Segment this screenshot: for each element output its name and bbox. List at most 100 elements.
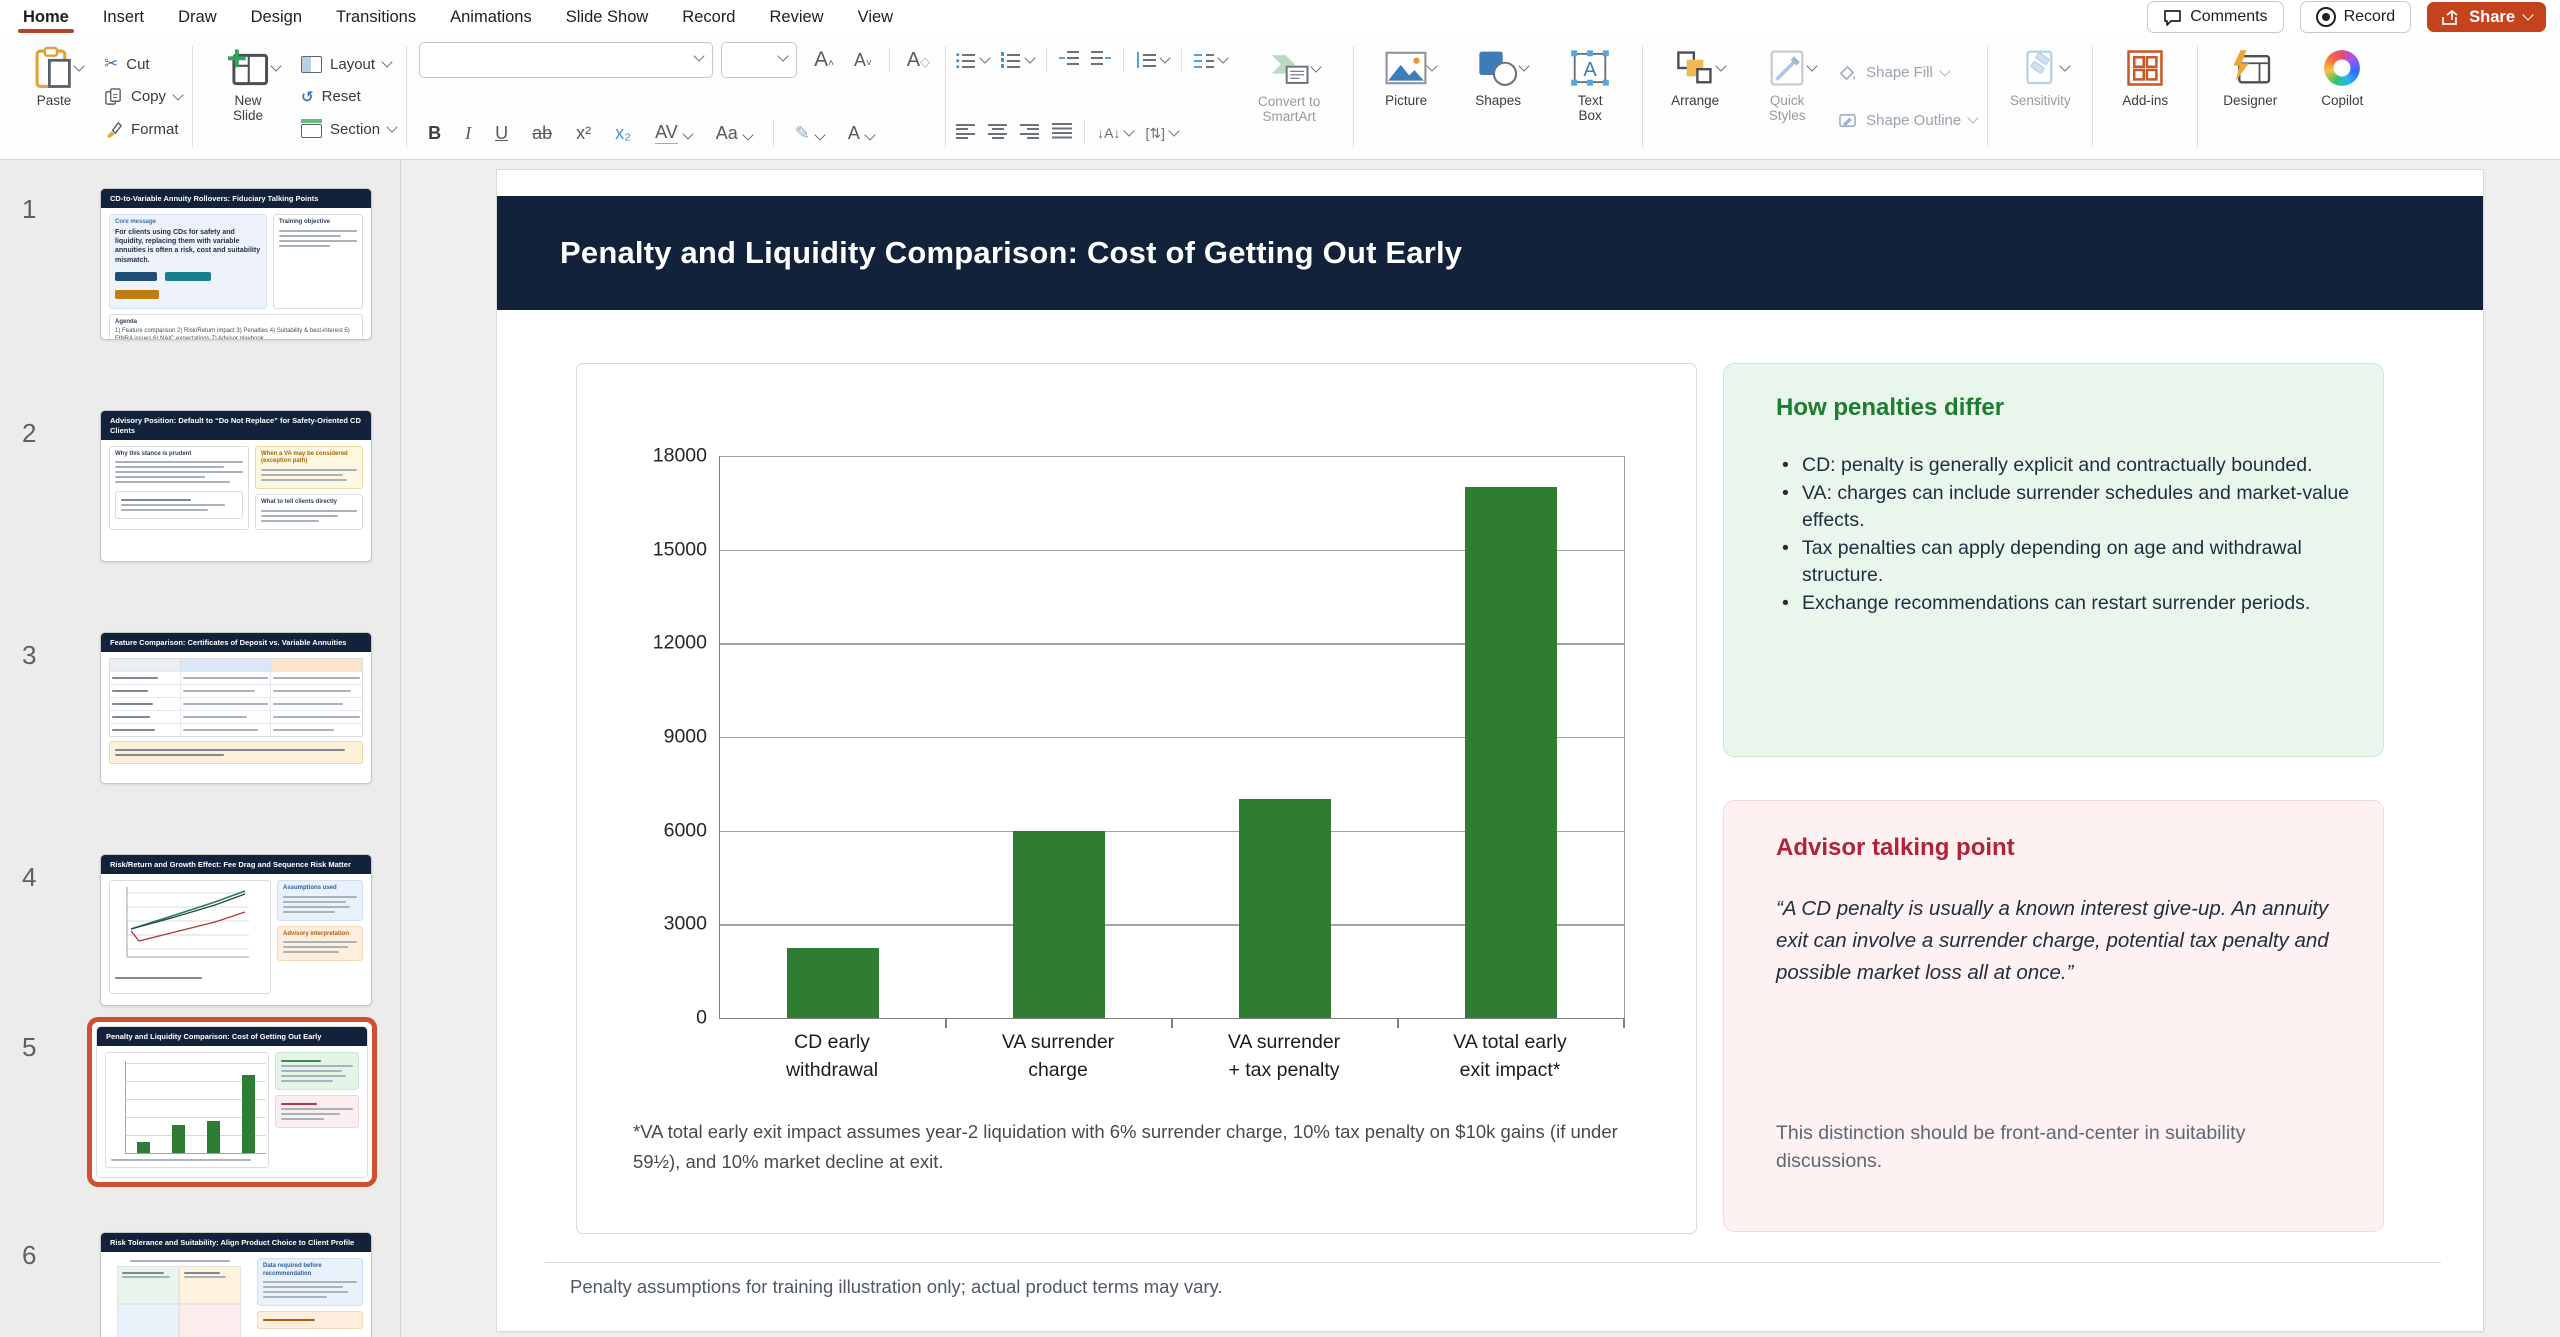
- convert-smartart-button[interactable]: Convert to SmartArt: [1235, 43, 1343, 150]
- slide-canvas[interactable]: Penalty and Liquidity Comparison: Cost o…: [497, 170, 2483, 1331]
- text-box-button[interactable]: A Text Box: [1548, 42, 1632, 151]
- font-name-select[interactable]: [419, 42, 713, 78]
- clear-formatting-button[interactable]: A◇: [904, 49, 933, 72]
- x-axis-category-label: VA surrender + tax penalty: [1171, 1028, 1397, 1085]
- share-button[interactable]: Share: [2427, 2, 2546, 32]
- italic-button[interactable]: I: [462, 123, 474, 144]
- chart-bar-2[interactable]: [1013, 831, 1105, 1018]
- copy-label: Copy: [131, 88, 166, 105]
- align-center-button[interactable]: [988, 123, 1008, 144]
- tab-draw[interactable]: Draw: [161, 0, 234, 34]
- copilot-button[interactable]: Copilot: [2300, 42, 2384, 151]
- advisor-talking-point-box[interactable]: Advisor talking point “A CD penalty is u…: [1723, 800, 2384, 1232]
- tab-slide-show[interactable]: Slide Show: [549, 0, 666, 34]
- chart-bar-4[interactable]: [1465, 487, 1557, 1018]
- cut-button[interactable]: ✂ Cut: [104, 49, 182, 79]
- align-text-button[interactable]: [⇅]: [1145, 125, 1178, 142]
- thumbnail-slide-5-selected[interactable]: Penalty and Liquidity Comparison: Cost o…: [87, 1017, 377, 1187]
- align-left-button[interactable]: [956, 123, 976, 144]
- columns-button[interactable]: [1194, 52, 1227, 68]
- grow-font-button[interactable]: A˄: [811, 48, 837, 72]
- paste-button[interactable]: Paste: [12, 42, 96, 151]
- tab-transitions[interactable]: Transitions: [319, 0, 433, 34]
- highlight-color-button[interactable]: ✎: [792, 123, 827, 144]
- shape-outline-button[interactable]: Shape Outline: [1837, 105, 1977, 135]
- shapes-button[interactable]: Shapes: [1456, 42, 1540, 151]
- align-left-icon: [956, 123, 976, 139]
- underline-button[interactable]: U: [492, 123, 511, 144]
- slide-title[interactable]: Penalty and Liquidity Comparison: Cost o…: [560, 235, 1462, 271]
- layout-button[interactable]: Layout: [301, 49, 396, 79]
- addins-group: Add-ins: [2095, 34, 2195, 159]
- slide-thumbnail-panel: 1 CD-to-Variable Annuity Rollovers: Fidu…: [0, 160, 401, 1337]
- copy-button[interactable]: Copy: [104, 82, 182, 112]
- chart-plot[interactable]: [719, 456, 1625, 1019]
- tab-home[interactable]: Home: [6, 0, 86, 34]
- thumbnail-slide-2[interactable]: Advisory Position: Default to “Do Not Re…: [100, 410, 372, 562]
- slide-title-bar[interactable]: Penalty and Liquidity Comparison: Cost o…: [497, 196, 2483, 310]
- tab-design[interactable]: Design: [234, 0, 319, 34]
- decrease-indent-button[interactable]: [1059, 50, 1079, 71]
- bold-button[interactable]: B: [425, 123, 444, 144]
- tab-record[interactable]: Record: [665, 0, 752, 34]
- chart-container[interactable]: 0300060009000120001500018000 CD early wi…: [576, 363, 1697, 1234]
- new-slide-button[interactable]: New Slide: [203, 42, 293, 151]
- subscript-button[interactable]: x₂: [612, 123, 634, 144]
- format-painter-button[interactable]: Format: [104, 114, 182, 144]
- comment-icon: [2163, 9, 2182, 26]
- tab-animations[interactable]: Animations: [433, 0, 549, 34]
- strikethrough-button[interactable]: ab: [529, 123, 555, 144]
- footer-divider: [545, 1262, 2441, 1263]
- thumbnail-slide-6[interactable]: Risk Tolerance and Suitability: Align Pr…: [100, 1232, 372, 1337]
- justify-button[interactable]: [1052, 123, 1072, 144]
- chevron-down-icon: [777, 50, 788, 61]
- chart-bar-1[interactable]: [787, 948, 879, 1018]
- sensitivity-button[interactable]: Sensitivity: [1998, 42, 2082, 151]
- how-penalties-box[interactable]: How penalties differ CD: penalty is gene…: [1723, 363, 2384, 757]
- increase-indent-button[interactable]: [1091, 50, 1111, 71]
- sensitivity-icon: [2020, 46, 2060, 90]
- chevron-down-icon: [2060, 60, 2071, 71]
- designer-button[interactable]: Designer: [2208, 42, 2292, 151]
- chart-bar-3[interactable]: [1239, 799, 1331, 1018]
- layout-icon: [301, 56, 322, 73]
- tab-view[interactable]: View: [841, 0, 910, 34]
- quick-styles-button[interactable]: Quick Styles: [1745, 42, 1829, 151]
- tab-review[interactable]: Review: [753, 0, 841, 34]
- comments-button[interactable]: Comments: [2147, 1, 2283, 33]
- slide-editor-area: Penalty and Liquidity Comparison: Cost o…: [401, 160, 2560, 1337]
- font-color-button[interactable]: A: [845, 123, 877, 144]
- numbering-button[interactable]: [1001, 52, 1034, 68]
- picture-button[interactable]: Picture: [1364, 42, 1448, 151]
- menu-bar: Home Insert Draw Design Transitions Anim…: [0, 0, 2560, 34]
- font-size-select[interactable]: [721, 42, 797, 78]
- thumbnail-slide-4[interactable]: Risk/Return and Growth Effect: Fee Drag …: [100, 854, 372, 1006]
- thumbnail-slide-1[interactable]: CD-to-Variable Annuity Rollovers: Fiduci…: [100, 188, 372, 340]
- slide-footer-text[interactable]: Penalty assumptions for training illustr…: [570, 1276, 1223, 1298]
- shape-fill-button[interactable]: Shape Fill: [1837, 58, 1977, 88]
- chevron-down-icon: [73, 60, 84, 71]
- thumbnail-slide-3[interactable]: Feature Comparison: Certificates of Depo…: [100, 632, 372, 784]
- mini-bar: [242, 1075, 255, 1153]
- bullets-button[interactable]: [956, 52, 989, 68]
- change-case-button[interactable]: Aa: [713, 123, 755, 144]
- character-spacing-button[interactable]: AV: [652, 122, 695, 144]
- superscript-button[interactable]: x²: [573, 123, 594, 144]
- line-spacing-button[interactable]: [1136, 52, 1169, 68]
- arrange-button[interactable]: Arrange: [1653, 42, 1737, 151]
- addins-button[interactable]: Add-ins: [2103, 42, 2187, 151]
- tab-insert[interactable]: Insert: [86, 0, 161, 34]
- record-button[interactable]: Record: [2300, 1, 2412, 33]
- how-penalties-list: CD: penalty is generally explicit and co…: [1776, 452, 2351, 617]
- align-right-button[interactable]: [1020, 123, 1040, 144]
- text-direction-button[interactable]: ↓A↓: [1097, 125, 1133, 141]
- shrink-font-button[interactable]: A˅: [851, 50, 875, 71]
- shapes-label: Shapes: [1475, 93, 1521, 108]
- thumbnail-slide-5[interactable]: Penalty and Liquidity Comparison: Cost o…: [96, 1026, 368, 1178]
- chart-footnote[interactable]: *VA total early exit impact assumes year…: [633, 1117, 1618, 1176]
- thumb1-agenda-text: 1) Feature comparison 2) Risk/Return imp…: [115, 327, 357, 340]
- section-button[interactable]: Section: [301, 114, 396, 144]
- copy-icon: [104, 87, 123, 106]
- reset-button[interactable]: ↺ Reset: [301, 82, 396, 112]
- ribbon: Paste ✂ Cut Copy Format New Sl: [0, 34, 2560, 160]
